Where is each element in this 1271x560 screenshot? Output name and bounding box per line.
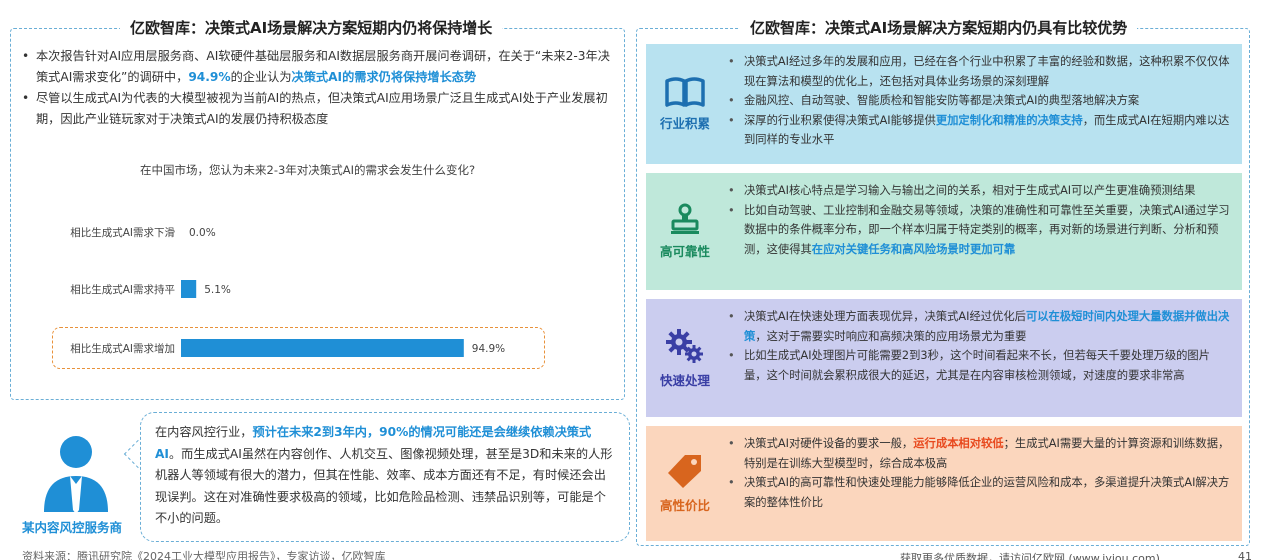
bar-chart: 相比生成式AI需求下滑 0.0% 相比生成式AI需求持平 5.1% 相比生成式AI需求增… xyxy=(70,226,505,357)
item-text: 决策式AI在快速处理方面表现优异，决策式AI经过优化后 xyxy=(744,310,1026,323)
card-label: 行业积累 xyxy=(659,115,710,131)
card-list: 决策式AI在快速处理方面表现优异，决策式AI经过优化后可以在极短时间内处理大量数… xyxy=(728,307,1232,385)
card-label: 快速处理 xyxy=(659,372,710,388)
card-label: 高性价比 xyxy=(659,498,710,513)
card-item: 决策式AI在快速处理方面表现优异，决策式AI经过优化后可以在极短时间内处理大量数… xyxy=(728,307,1232,346)
source-note: 资料来源：腾讯研究院《2024工业大模型应用报告》，专家访谈，亿欧智库 xyxy=(22,550,386,560)
item-text: 决策式AI核心特点是学习输入与输出之间的关系，相对于生成式AI可以产生更准确预测… xyxy=(744,184,1196,197)
card-side: 快速处理 xyxy=(646,299,724,417)
card-item: 比如生成式AI处理图片可能需要2到3秒，这个时间看起来不长，但若每天千要处理万级… xyxy=(728,346,1232,385)
item-text: 金融风控、自动驾驶、智能质检和智能安防等都是决策式AI的典型落地解决方案 xyxy=(744,94,1140,107)
bar-category-label: 相比生成式AI需求增加 xyxy=(70,342,175,355)
card-item: 比如自动驾驶、工业控制和金融交易等领域，决策的准确性和可靠性至关重要，决策式AI… xyxy=(728,201,1232,260)
card-cost-effective: 高性价比 决策式AI对硬件设备的要求一般，运行成本相对较低；生成式AI需要大量的… xyxy=(646,426,1242,541)
bar-value-label: 5.1% xyxy=(204,284,231,296)
item-highlight: 在应对关键任务和高风险场景时更加可靠 xyxy=(811,242,1016,256)
bullet1-highlight-b: 决策式AI的需求仍将保持增长态势 xyxy=(291,70,477,84)
card-high-reliability: 高可靠性 决策式AI核心特点是学习输入与输出之间的关系，相对于生成式AI可以产生… xyxy=(646,173,1242,290)
left-bullets: 本次报告针对AI应用层服务商、AI软硬件基础层服务和AI数据层服务商开展问卷调研… xyxy=(22,46,620,130)
bar-category-label: 相比生成式AI需求持平 xyxy=(70,283,175,296)
quote-text-a: 在内容风控行业， xyxy=(155,425,253,439)
chart-title: 在中国市场，您认为未来2-3年对决策式AI的需求会发生什么变化? xyxy=(140,163,476,177)
bar xyxy=(181,280,197,298)
card-item: 深厚的行业积累使得决策式AI能够提供更加定制化和精准的决策支持，而生成式AI在短… xyxy=(728,111,1232,150)
quote-text-b: 。而生成式AI虽然在内容创作、人机交互、图像视频处理，甚至是3D和未来的人形机器… xyxy=(155,446,613,526)
price-tag-icon xyxy=(668,455,701,488)
item-text: 深厚的行业积累使得决策式AI能够提供 xyxy=(744,113,936,127)
card-side: 高性价比 xyxy=(646,426,724,541)
left-bullet-1: 本次报告针对AI应用层服务商、AI软硬件基础层服务和AI数据层服务商开展问卷调研… xyxy=(22,46,620,88)
quote-bubble: 在内容风控行业，预计在未来2到3年内，90%的情况可能还是会继续依赖决策式AI。… xyxy=(140,412,630,542)
stamp-icon xyxy=(671,203,699,234)
left-bullet-2: 尽管以生成式AI为代表的大模型被视为当前AI的热点，但决策式AI应用场景广泛且生… xyxy=(22,88,620,130)
bar-value-label: 94.9% xyxy=(472,343,505,355)
card-list: 决策式AI对硬件设备的要求一般，运行成本相对较低；生成式AI需要大量的计算资源和… xyxy=(728,434,1232,512)
speaker-label: 某内容风控服务商 xyxy=(22,520,123,535)
card-item: 决策式AI核心特点是学习输入与输出之间的关系，相对于生成式AI可以产生更准确预测… xyxy=(728,181,1232,201)
card-label: 高可靠性 xyxy=(659,244,710,259)
card-item: 决策式AI经过多年的发展和应用，已经在各个行业中积累了丰富的经验和数据，这种积累… xyxy=(728,52,1232,91)
card-side: 行业积累 xyxy=(646,44,724,164)
item-text: 决策式AI对硬件设备的要求一般， xyxy=(744,437,914,450)
item-text: 决策式AI经过多年的发展和应用，已经在各个行业中积累了丰富的经验和数据，这种积累… xyxy=(744,55,1230,88)
left-panel-title: 亿欧智库：决策式AI场景解决方案短期内仍将保持增长 xyxy=(120,16,503,40)
item-text: 比如生成式AI处理图片可能需要2到3秒，这个时间看起来不长，但若每天千要处理万级… xyxy=(744,349,1211,382)
card-item: 决策式AI对硬件设备的要求一般，运行成本相对较低；生成式AI需要大量的计算资源和… xyxy=(728,434,1232,473)
item-text-tail: ，这对于需要实时响应和高频决策的应用场景尤为重要 xyxy=(755,329,1027,343)
item-text: 决策式AI的高可靠性和快速处理能力能够降低企业的运营风险和成本，多渠道提升决策式… xyxy=(744,476,1230,509)
bullet1-highlight-a: 94.9% xyxy=(188,70,231,84)
book-icon xyxy=(665,76,705,107)
item-highlight: 更加定制化和精准的决策支持 xyxy=(935,113,1083,127)
bullet1-text-b: 的企业认为 xyxy=(230,70,292,84)
card-list: 决策式AI经过多年的发展和应用，已经在各个行业中积累了丰富的经验和数据，这种积累… xyxy=(728,52,1232,150)
card-fast-processing: 快速处理 决策式AI在快速处理方面表现优异，决策式AI经过优化后可以在极短时间内… xyxy=(646,299,1242,417)
card-industry-accumulation: 行业积累 决策式AI经过多年的发展和应用，已经在各个行业中积累了丰富的经验和数据… xyxy=(646,44,1242,164)
card-item: 决策式AI的高可靠性和快速处理能力能够降低企业的运营风险和成本，多渠道提升决策式… xyxy=(728,473,1232,512)
page-number: 41 xyxy=(1238,550,1252,560)
bar-value-label: 0.0% xyxy=(189,227,216,239)
item-highlight: 运行成本相对较低 xyxy=(913,437,1004,450)
bar-category-label: 相比生成式AI需求下滑 xyxy=(70,226,175,239)
card-list: 决策式AI核心特点是学习输入与输出之间的关系，相对于生成式AI可以产生更准确预测… xyxy=(728,181,1232,260)
footer-note: 获取更多优质数据，请访问亿欧网 (www.iyiou.com) xyxy=(900,552,1160,560)
gears-icon xyxy=(666,328,703,363)
right-panel-title: 亿欧智库：决策式AI场景解决方案短期内仍具有比较优势 xyxy=(740,16,1138,40)
bar xyxy=(181,339,464,357)
card-item: 金融风控、自动驾驶、智能质检和智能安防等都是决策式AI的典型落地解决方案 xyxy=(728,91,1232,111)
card-side: 高可靠性 xyxy=(646,173,724,290)
